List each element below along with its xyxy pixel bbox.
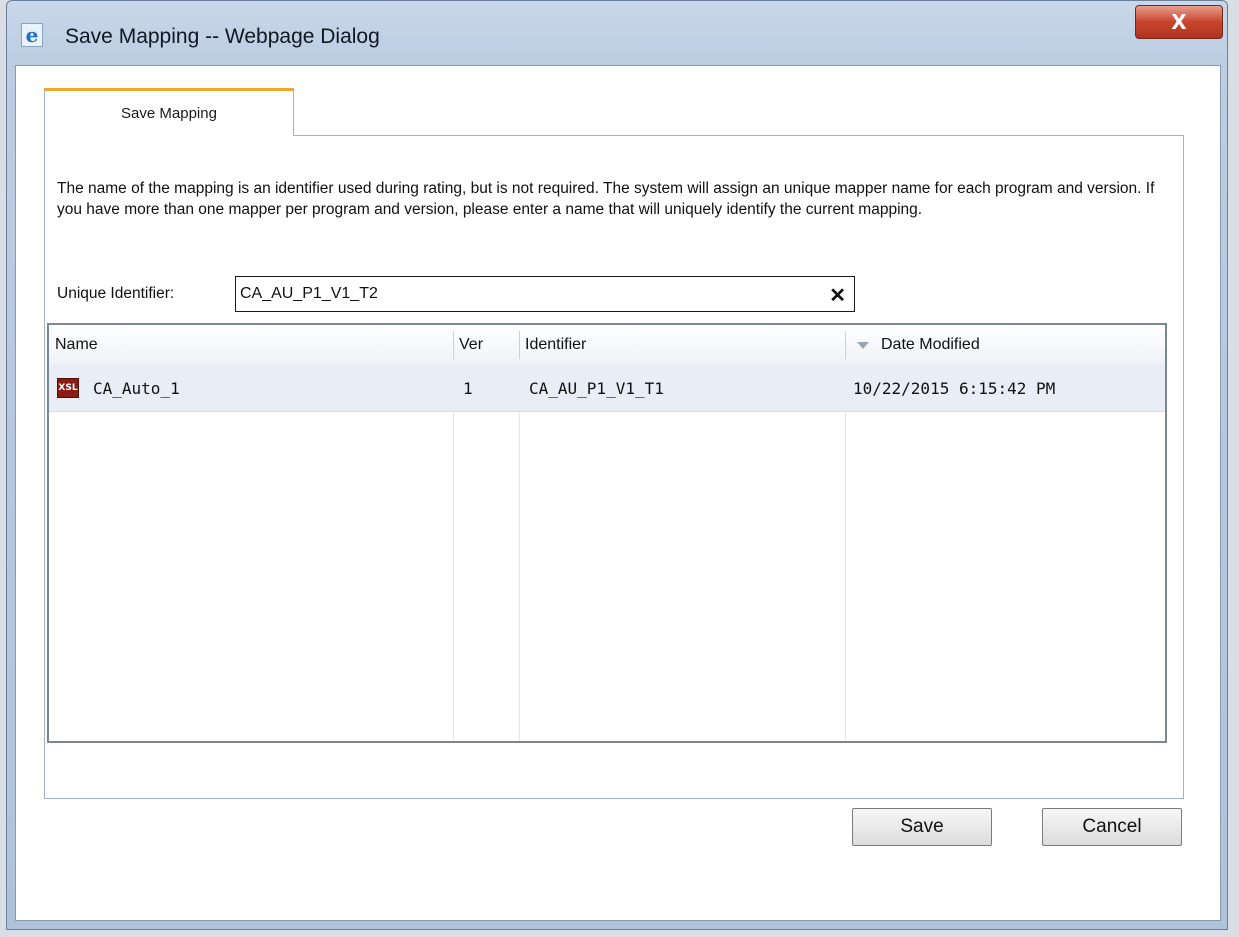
clear-icon[interactable]: ✕	[829, 283, 846, 308]
tab-save-mapping[interactable]: Save Mapping	[44, 88, 294, 136]
unique-identifier-input[interactable]	[240, 281, 820, 307]
dialog-window: e Save Mapping -- Webpage Dialog X Save …	[6, 0, 1228, 930]
close-button[interactable]: X	[1135, 5, 1223, 39]
description-text: The name of the mapping is an identifier…	[57, 180, 1155, 218]
column-header-name[interactable]: Name	[49, 325, 453, 365]
title-bar: e Save Mapping -- Webpage Dialog X	[7, 1, 1227, 65]
cell-name: XSL CA_Auto_1	[57, 378, 180, 398]
cancel-button[interactable]: Cancel	[1042, 808, 1182, 846]
column-header-date-modified[interactable]: Date Modified	[845, 325, 1165, 365]
xsl-file-icon: XSL	[57, 378, 79, 398]
column-line	[519, 365, 520, 741]
dialog-body: Save Mapping The name of the mapping is …	[15, 65, 1221, 921]
cell-date-modified: 10/22/2015 6:15:42 PM	[853, 378, 1056, 398]
unique-identifier-label: Unique Identifier:	[57, 285, 175, 302]
mappings-grid: Name Ver Identifier Date Modified XSL CA…	[47, 323, 1167, 743]
cell-ver: 1	[463, 378, 473, 398]
column-line	[845, 365, 846, 741]
column-header-identifier[interactable]: Identifier	[519, 325, 845, 365]
tab-panel: The name of the mapping is an identifier…	[44, 135, 1184, 799]
table-row[interactable]: XSL CA_Auto_1 1 CA_AU_P1_V1_T1 10/22/201…	[49, 365, 1165, 412]
sort-descending-icon	[857, 341, 869, 349]
ie-icon: e	[21, 23, 43, 47]
cell-identifier: CA_AU_P1_V1_T1	[529, 378, 664, 398]
save-button[interactable]: Save	[852, 808, 992, 846]
grid-header: Name Ver Identifier Date Modified	[49, 325, 1165, 366]
unique-identifier-field[interactable]: ✕	[235, 276, 855, 312]
column-line	[453, 365, 454, 741]
window-title: Save Mapping -- Webpage Dialog	[65, 25, 380, 48]
column-header-ver[interactable]: Ver	[453, 325, 519, 365]
